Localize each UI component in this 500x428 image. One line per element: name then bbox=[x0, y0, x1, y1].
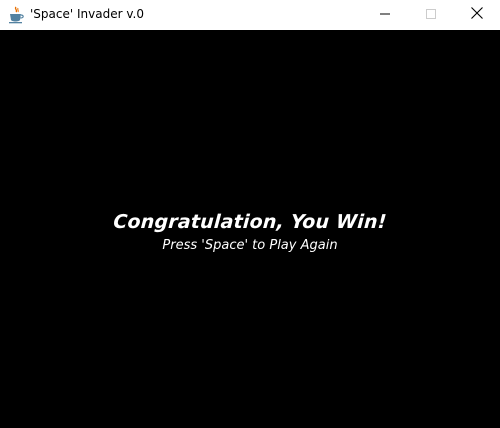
maximize-button[interactable] bbox=[408, 0, 454, 30]
close-button[interactable] bbox=[454, 0, 500, 30]
play-again-prompt: Press 'Space' to Play Again bbox=[162, 238, 338, 253]
title-bar[interactable]: 'Space' Invader v.0 bbox=[0, 0, 500, 30]
minimize-button[interactable] bbox=[362, 0, 408, 30]
minimize-icon bbox=[380, 6, 390, 24]
maximize-icon bbox=[426, 6, 436, 24]
java-coffee-cup-icon bbox=[8, 6, 24, 24]
close-icon bbox=[471, 6, 483, 24]
win-message: Congratulation, You Win! bbox=[112, 211, 388, 233]
app-window: 'Space' Invader v.0 Congratulation, You … bbox=[0, 0, 500, 428]
game-canvas[interactable]: Congratulation, You Win! Press 'Space' t… bbox=[0, 30, 500, 428]
window-title: 'Space' Invader v.0 bbox=[30, 7, 144, 21]
